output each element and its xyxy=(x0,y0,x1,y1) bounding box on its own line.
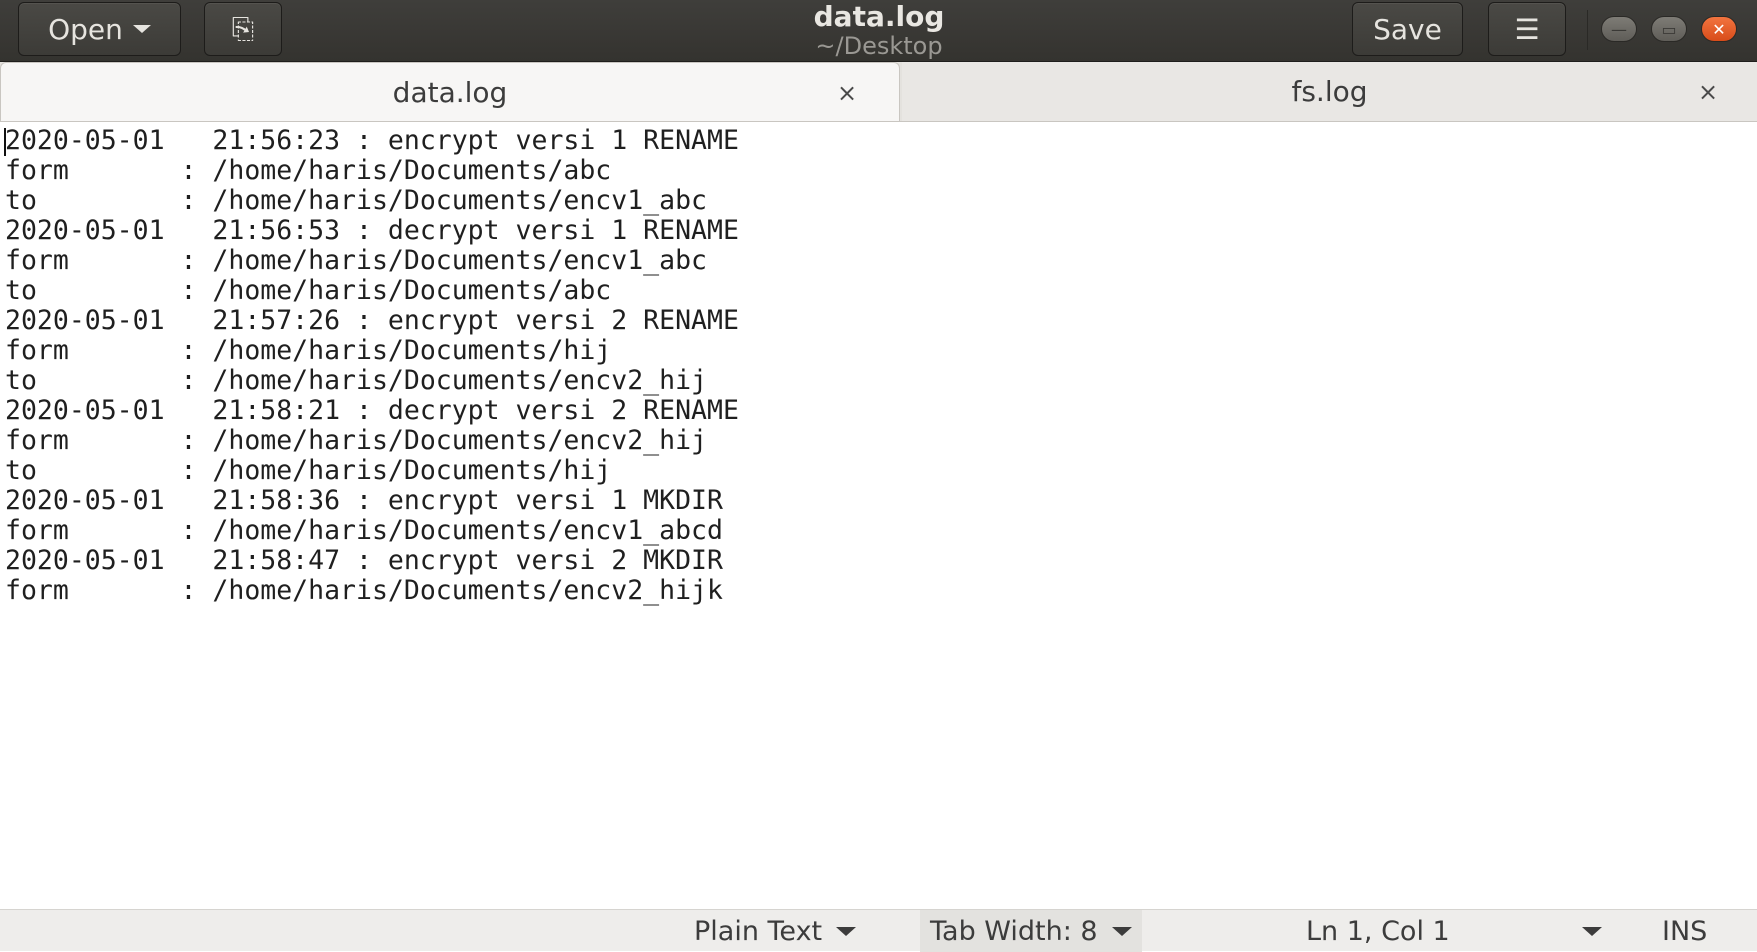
header-separator xyxy=(1587,10,1588,50)
tab-close-icon[interactable]: × xyxy=(837,79,857,107)
insert-mode-indicator: INS xyxy=(1662,910,1707,952)
text-cursor xyxy=(4,128,6,156)
new-document-button[interactable]: ⎘ xyxy=(204,2,282,56)
hamburger-menu-icon: ☰ xyxy=(1514,12,1540,46)
text-editor[interactable]: 2020-05-01 21:56:23 : encrypt versi 1 RE… xyxy=(0,122,1757,909)
new-document-icon: ⎘ xyxy=(231,12,255,45)
chevron-down-icon xyxy=(1582,926,1602,936)
header-bar: Open ⎘ data.log ~/Desktop Save ☰ — ▭ ✕ xyxy=(0,0,1757,62)
window-title-area: data.log ~/Desktop xyxy=(700,0,1058,61)
minimize-button[interactable]: — xyxy=(1601,16,1637,42)
insert-mode-label: INS xyxy=(1662,915,1708,947)
save-button[interactable]: Save xyxy=(1352,2,1463,56)
cursor-position-dropdown[interactable] xyxy=(1568,910,1602,952)
tab-label: fs.log xyxy=(1291,75,1368,108)
tab-data-log[interactable]: data.log × xyxy=(0,62,900,121)
chevron-down-icon xyxy=(1111,926,1132,936)
editor-content[interactable]: 2020-05-01 21:56:23 : encrypt versi 1 RE… xyxy=(0,122,1757,606)
cursor-position-label: Ln 1, Col 1 xyxy=(1306,915,1450,947)
chevron-down-icon xyxy=(836,926,857,936)
minimize-icon: — xyxy=(1611,19,1627,39)
menu-button[interactable]: ☰ xyxy=(1488,2,1566,56)
window-subtitle: ~/Desktop xyxy=(815,32,943,60)
tab-bar: data.log × fs.log × xyxy=(0,62,1757,122)
tab-width-label: Tab Width: 8 xyxy=(930,915,1098,947)
language-selector[interactable]: Plain Text xyxy=(694,910,857,952)
status-bar: Plain Text Tab Width: 8 Ln 1, Col 1 INS xyxy=(0,909,1757,952)
maximize-button[interactable]: ▭ xyxy=(1651,16,1687,42)
save-button-label: Save xyxy=(1373,12,1442,46)
cursor-position-selector[interactable]: Ln 1, Col 1 xyxy=(1306,910,1450,952)
tab-label: data.log xyxy=(392,75,508,109)
open-button[interactable]: Open xyxy=(18,2,181,56)
close-icon: ✕ xyxy=(1712,19,1726,39)
window-title: data.log xyxy=(813,0,945,33)
tab-width-selector[interactable]: Tab Width: 8 xyxy=(920,910,1142,952)
open-button-label: Open xyxy=(48,12,123,46)
chevron-down-icon xyxy=(132,25,151,33)
window-close-button[interactable]: ✕ xyxy=(1701,16,1737,42)
tab-fs-log[interactable]: fs.log × xyxy=(902,62,1757,121)
tab-close-icon[interactable]: × xyxy=(1698,78,1718,106)
maximize-icon: ▭ xyxy=(1661,19,1677,39)
language-label: Plain Text xyxy=(694,915,823,947)
